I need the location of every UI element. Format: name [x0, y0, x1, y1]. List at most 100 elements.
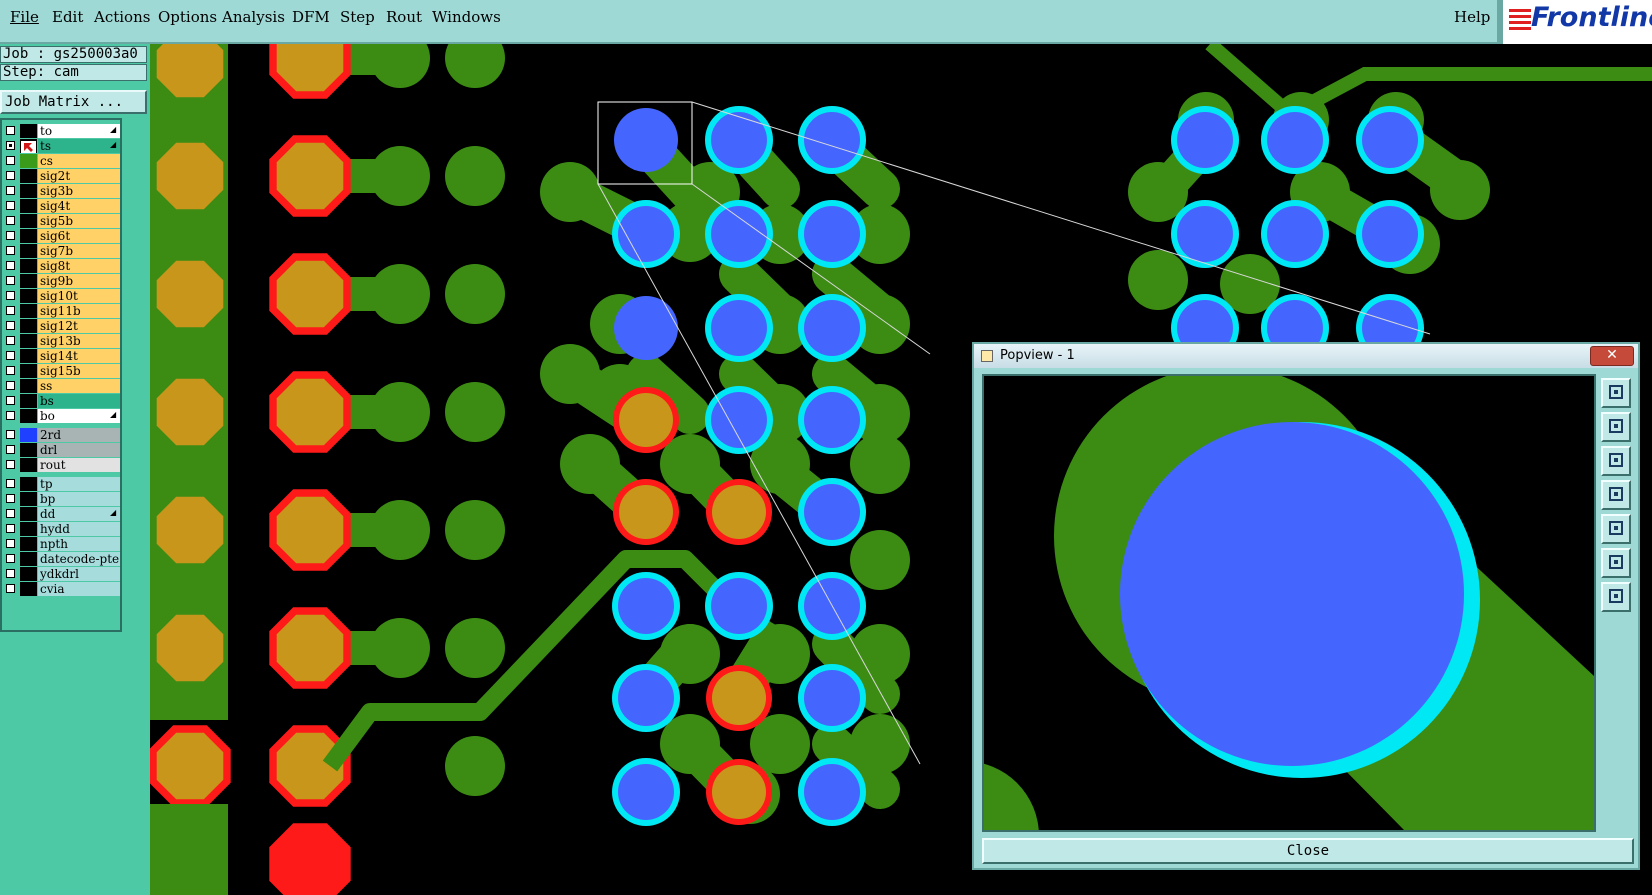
- layer-row-sig14t[interactable]: sig14t: [4, 349, 120, 364]
- layer-checkbox[interactable]: [6, 366, 15, 375]
- layer-checkbox[interactable]: [6, 569, 15, 578]
- layer-color-swatch[interactable]: [20, 334, 37, 348]
- layer-color-swatch[interactable]: [20, 289, 37, 303]
- layer-name[interactable]: sig12t: [38, 319, 120, 333]
- layer-name[interactable]: cs: [38, 154, 120, 168]
- layer-row-drl[interactable]: drl: [4, 443, 120, 458]
- layer-name[interactable]: sig3b: [38, 184, 120, 198]
- layer-checkbox[interactable]: [6, 396, 15, 405]
- layer-row-ydkdrl[interactable]: ydkdrl: [4, 567, 120, 582]
- layer-color-swatch[interactable]: [20, 169, 37, 183]
- menu-dfm[interactable]: DFM: [292, 8, 330, 26]
- layer-color-swatch[interactable]: [20, 304, 37, 318]
- layer-checkbox[interactable]: [6, 201, 15, 210]
- layer-row-bp[interactable]: bp: [4, 492, 120, 507]
- layer-name[interactable]: sig15b: [38, 364, 120, 378]
- menu-edit[interactable]: Edit: [52, 8, 83, 26]
- layer-color-swatch[interactable]: [20, 139, 37, 153]
- layer-name[interactable]: sig14t: [38, 349, 120, 363]
- layer-color-swatch[interactable]: [20, 184, 37, 198]
- layer-row-rout[interactable]: rout: [4, 458, 120, 473]
- layer-checkbox[interactable]: [6, 479, 15, 488]
- layer-checkbox[interactable]: [6, 509, 15, 518]
- job-matrix-button[interactable]: Job Matrix ...: [0, 90, 147, 114]
- layer-checkbox[interactable]: [6, 156, 15, 165]
- layer-row-sig8t[interactable]: sig8t: [4, 259, 120, 274]
- layer-row-to[interactable]: to ◢: [4, 124, 120, 139]
- popview-zoom-view[interactable]: [982, 374, 1596, 832]
- layer-name[interactable]: tp: [38, 477, 120, 491]
- layer-color-swatch[interactable]: [20, 409, 37, 423]
- layer-checkbox[interactable]: [6, 291, 15, 300]
- layer-row-cvia[interactable]: cvia: [4, 582, 120, 597]
- layer-name[interactable]: 2rd: [38, 428, 120, 442]
- layer-row-sig7b[interactable]: sig7b: [4, 244, 120, 259]
- layer-name[interactable]: sig6t: [38, 229, 120, 243]
- layer-row-sig15b[interactable]: sig15b: [4, 364, 120, 379]
- layer-checkbox[interactable]: [6, 126, 15, 135]
- layer-row-bo[interactable]: bo ◢: [4, 409, 120, 424]
- layer-checkbox[interactable]: [6, 186, 15, 195]
- menu-file[interactable]: File: [10, 8, 39, 26]
- layer-row-sig5b[interactable]: sig5b: [4, 214, 120, 229]
- layer-checkbox[interactable]: [6, 445, 15, 454]
- layer-checkbox[interactable]: [6, 584, 15, 593]
- layer-row-sig6t[interactable]: sig6t: [4, 229, 120, 244]
- layer-checkbox[interactable]: [6, 336, 15, 345]
- layer-row-sig9b[interactable]: sig9b: [4, 274, 120, 289]
- menu-options[interactable]: Options: [158, 8, 217, 26]
- layer-name[interactable]: sig2t: [38, 169, 120, 183]
- layer-color-swatch[interactable]: [20, 567, 37, 581]
- layer-row-2rd[interactable]: 2rd: [4, 428, 120, 443]
- layer-checkbox[interactable]: [6, 216, 15, 225]
- layer-row-ts[interactable]: ts ◢: [4, 139, 120, 154]
- layer-color-swatch[interactable]: [20, 492, 37, 506]
- layer-checkbox[interactable]: [6, 321, 15, 330]
- layer-row-dd[interactable]: dd ◢: [4, 507, 120, 522]
- menu-step[interactable]: Step: [340, 8, 375, 26]
- popview-close-button[interactable]: Close: [982, 838, 1634, 864]
- popview-close-x-button[interactable]: ✕: [1590, 346, 1634, 366]
- layer-checkbox[interactable]: [6, 141, 15, 150]
- pan-left-icon[interactable]: [1601, 480, 1631, 510]
- layer-checkbox[interactable]: [6, 494, 15, 503]
- menu-analysis[interactable]: Analysis: [222, 8, 285, 26]
- zoom-in-icon[interactable]: [1601, 378, 1631, 408]
- layer-color-swatch[interactable]: [20, 582, 37, 596]
- layer-color-swatch[interactable]: [20, 154, 37, 168]
- menu-actions[interactable]: Actions: [94, 8, 150, 26]
- layer-checkbox[interactable]: [6, 261, 15, 270]
- layer-name[interactable]: sig11b: [38, 304, 120, 318]
- layer-checkbox[interactable]: [6, 411, 15, 420]
- layer-row-sig11b[interactable]: sig11b: [4, 304, 120, 319]
- layer-checkbox[interactable]: [6, 171, 15, 180]
- layer-row-ss[interactable]: ss: [4, 379, 120, 394]
- layer-row-sig2t[interactable]: sig2t: [4, 169, 120, 184]
- layer-color-swatch[interactable]: [20, 259, 37, 273]
- layer-row-cs[interactable]: cs: [4, 154, 120, 169]
- layer-color-swatch[interactable]: [20, 552, 37, 566]
- layer-color-swatch[interactable]: [20, 522, 37, 536]
- layer-checkbox[interactable]: [6, 351, 15, 360]
- layer-checkbox[interactable]: [6, 539, 15, 548]
- layer-name[interactable]: ydkdrl: [38, 567, 120, 581]
- layer-name[interactable]: ss: [38, 379, 120, 393]
- layer-row-npth[interactable]: npth: [4, 537, 120, 552]
- layer-checkbox[interactable]: [6, 554, 15, 563]
- layer-color-swatch[interactable]: [20, 214, 37, 228]
- layer-row-hydd[interactable]: hydd: [4, 522, 120, 537]
- layer-name[interactable]: sig13b: [38, 334, 120, 348]
- layer-color-swatch[interactable]: [20, 507, 37, 521]
- layer-row-sig10t[interactable]: sig10t: [4, 289, 120, 304]
- layer-color-swatch[interactable]: [20, 443, 37, 457]
- layer-checkbox[interactable]: [6, 246, 15, 255]
- layer-name[interactable]: to: [38, 124, 120, 138]
- layer-color-swatch[interactable]: [20, 319, 37, 333]
- layer-name[interactable]: sig10t: [38, 289, 120, 303]
- layer-name[interactable]: ts: [38, 139, 120, 153]
- layer-name[interactable]: datecode-pte: [38, 552, 120, 566]
- layer-color-swatch[interactable]: [20, 349, 37, 363]
- menu-rout[interactable]: Rout: [386, 8, 422, 26]
- layer-row-sig4t[interactable]: sig4t: [4, 199, 120, 214]
- layer-name[interactable]: rout: [38, 458, 120, 472]
